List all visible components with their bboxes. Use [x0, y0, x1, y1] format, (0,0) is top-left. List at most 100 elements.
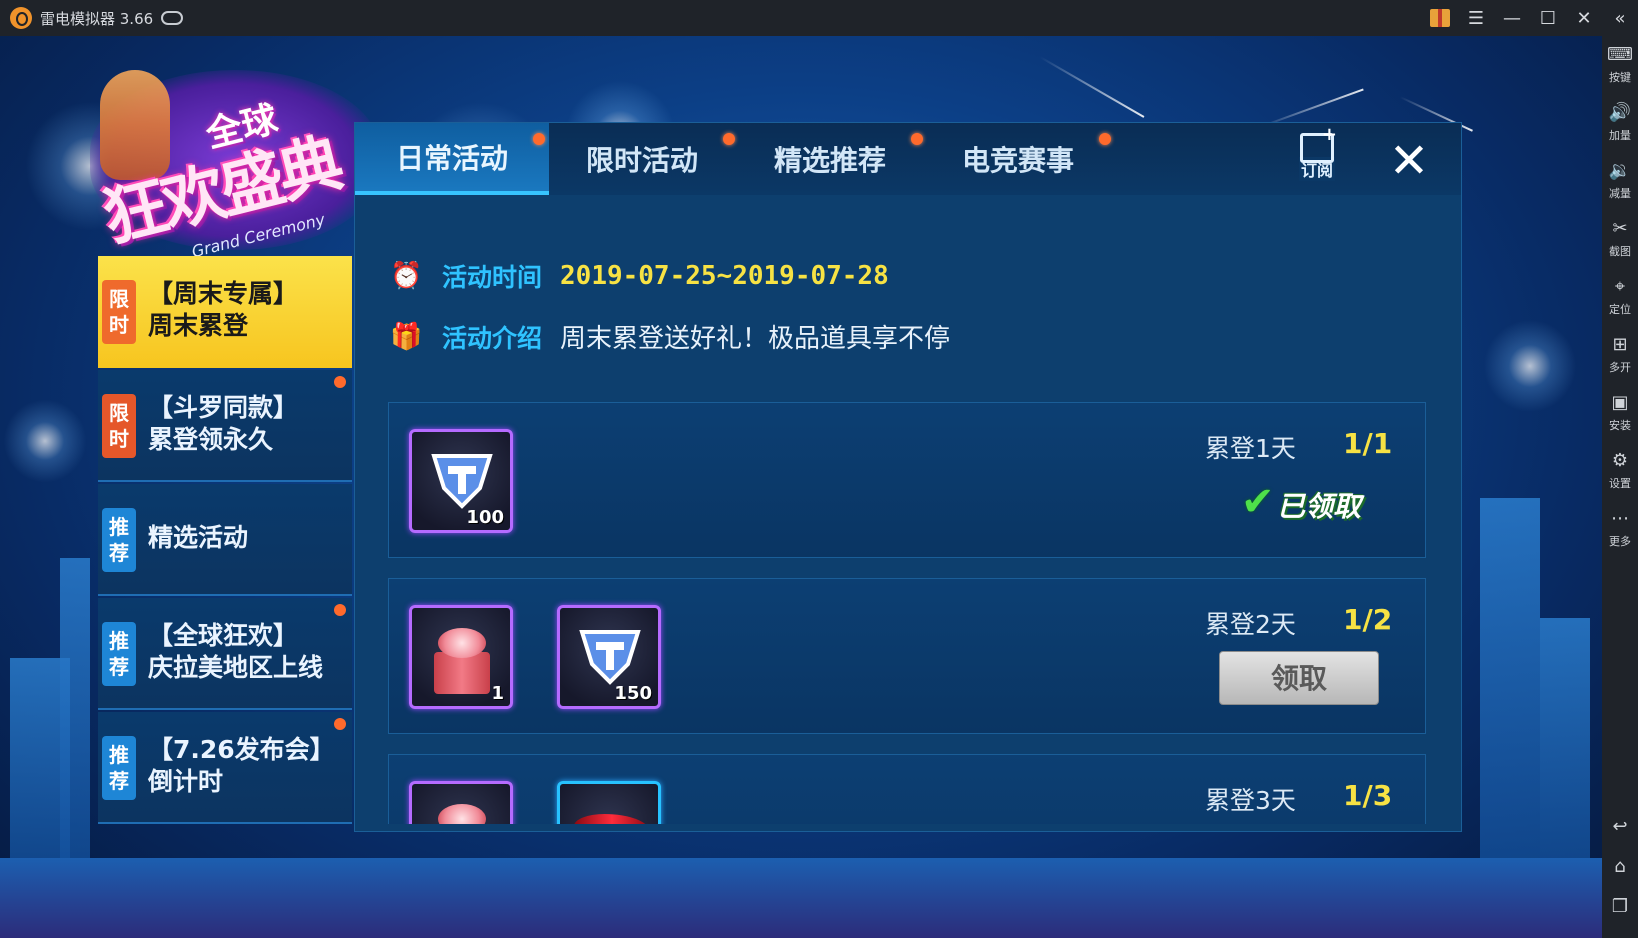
reward-list[interactable]: 100 累登1天 1/1 ✔ 已领取 1 150 累登2天 1/2 领取 累登3… [388, 402, 1426, 824]
menu-button[interactable]: ☰ [1458, 0, 1494, 36]
gift-box-icon [428, 622, 496, 694]
activity-menu: 限时 【周末专属】 周末累登 限时 【斗罗同款】 累登领永久 推荐 精选活动 推… [98, 256, 352, 832]
firework-decoration [1480, 316, 1580, 416]
tab-featured[interactable]: 精选推荐 [733, 123, 927, 195]
gift-bow [438, 628, 486, 658]
tab-daily-activities[interactable]: 日常活动 [355, 123, 549, 195]
nav-recent-button[interactable]: ❐ [1602, 888, 1638, 928]
menu-item-title: 精选活动 [148, 522, 248, 554]
toolbar-more[interactable]: ⋯ 更多 [1602, 500, 1638, 558]
volume-up-icon: 🔊 [1608, 102, 1632, 123]
limited-tag: 限时 [102, 280, 136, 344]
day-label: 累登3天 [1205, 786, 1296, 815]
toolbar-settings[interactable]: ⚙ 设置 [1602, 442, 1638, 500]
skyline-tower [60, 558, 90, 878]
recent-apps-icon: ❐ [1611, 896, 1629, 917]
toolbar-install-apk[interactable]: ▣ 安装 [1602, 384, 1638, 442]
toolbar-volume-down[interactable]: 🔉 减量 [1602, 152, 1638, 210]
back-icon: ↩ [1612, 816, 1628, 837]
gamepad-icon[interactable] [161, 11, 184, 25]
recommend-tag: 推荐 [102, 736, 136, 800]
volume-down-icon: 🔉 [1608, 160, 1632, 181]
day-progress: 1/1 [1343, 427, 1393, 460]
toolbar-label: 多开 [1609, 361, 1631, 374]
event-logo: 全球 狂欢盛典 Grand Ceremony [40, 40, 380, 261]
toolbar-keymap[interactable]: ⌨ 按键 [1602, 36, 1638, 94]
close-icon: ✕ [1388, 133, 1430, 189]
menu-item-global-carnival[interactable]: 推荐 【全球狂欢】 庆拉美地区上线 [98, 598, 352, 710]
notification-dot [1099, 133, 1111, 145]
gift-icon: 🎁 [390, 321, 423, 352]
minimize-icon: — [1503, 7, 1521, 29]
menu-item-launch-countdown[interactable]: 推荐 【7.26发布会】 倒计时 [98, 712, 352, 824]
recommend-tag: 推荐 [102, 508, 136, 572]
item-count: 150 [614, 683, 652, 704]
nav-back-button[interactable]: ↩ [1602, 808, 1638, 848]
toolbar-label: 设置 [1609, 477, 1631, 490]
activity-intro-label: 活动介绍 [442, 323, 543, 353]
toolbar-label: 更多 [1609, 535, 1631, 548]
close-window-button[interactable]: ✕ [1566, 0, 1602, 36]
reward-item-t-coin[interactable]: 150 [557, 605, 661, 709]
app-logo-icon [10, 7, 32, 29]
gift-button[interactable] [1422, 0, 1458, 36]
claimed-badge: ✔ 已领取 [1237, 475, 1387, 527]
nav-home-button[interactable]: ⌂ [1602, 848, 1638, 888]
menu-item-title: 【全球狂欢】 庆拉美地区上线 [148, 620, 323, 684]
tab-esports[interactable]: 电竞赛事 [921, 123, 1115, 195]
tab-bar: 日常活动 限时活动 精选推荐 电竞赛事 订阅 ✕ [355, 123, 1461, 195]
toolbar-volume-up[interactable]: 🔊 加量 [1602, 94, 1638, 152]
title-bar: 雷电模拟器 3.66 ☰ — ☐ ✕ « [0, 0, 1638, 36]
activity-time-row: ⏰ 活动时间 2019-07-25~2019-07-28 [390, 258, 889, 294]
menu-item-weekend-login[interactable]: 限时 【周末专属】 周末累登 [98, 256, 352, 368]
reward-item-gift-box[interactable] [409, 781, 513, 824]
gift-icon [1430, 9, 1450, 27]
day-label: 累登1天 [1205, 434, 1296, 463]
tag-text: 推荐 [109, 743, 129, 793]
menu-item-douluo[interactable]: 限时 【斗罗同款】 累登领永久 [98, 370, 352, 482]
maximize-button[interactable]: ☐ [1530, 0, 1566, 36]
close-panel-button[interactable]: ✕ [1385, 137, 1433, 185]
notification-dot [533, 133, 545, 145]
double-chevron-left-icon: « [1614, 7, 1626, 29]
menu-line: 【7.26发布会】 [148, 735, 335, 764]
home-icon: ⌂ [1614, 856, 1626, 877]
item-count: 1 [491, 683, 504, 704]
t-coin-icon [579, 630, 641, 685]
skyline-building [1480, 498, 1540, 878]
day-label: 累登2天 [1205, 610, 1296, 639]
reward-row: 100 累登1天 1/1 ✔ 已领取 [388, 402, 1426, 558]
location-pin-icon: ⌖ [1614, 276, 1626, 297]
subscribe-button[interactable]: 订阅 [1295, 124, 1339, 189]
minimize-button[interactable]: — [1494, 0, 1530, 36]
reward-item-t-coin[interactable]: 100 [409, 429, 513, 533]
notification-dot [334, 604, 346, 616]
menu-line: 【斗罗同款】 [148, 393, 299, 422]
toolbar-label: 加量 [1609, 129, 1631, 142]
toolbar-location[interactable]: ⌖ 定位 [1602, 268, 1638, 326]
tab-label: 限时活动 [585, 144, 698, 177]
claim-button[interactable]: 领取 [1219, 651, 1379, 705]
notification-dot [334, 376, 346, 388]
menu-item-featured[interactable]: 推荐 精选活动 [98, 484, 352, 596]
tab-limited-activities[interactable]: 限时活动 [545, 123, 739, 195]
firework-decoration [0, 396, 90, 486]
tab-label: 电竞赛事 [961, 144, 1074, 177]
checkmark-icon: ✔ [1241, 479, 1275, 525]
menu-line: 【周末专属】 [148, 279, 299, 308]
activity-intro-value: 周末累登送好礼！极品道具享不停 [560, 324, 951, 354]
collapse-sidebar-button[interactable]: « [1602, 0, 1638, 36]
menu-item-title: 【斗罗同款】 累登领永久 [148, 392, 298, 456]
gift-box-icon [428, 798, 496, 824]
reward-item-car[interactable] [557, 781, 661, 824]
race-car-icon [574, 814, 650, 824]
toolbar-multi-instance[interactable]: ⊞ 多开 [1602, 326, 1638, 384]
reward-item-gift-box[interactable]: 1 [409, 605, 513, 709]
activity-time-value: 2019-07-25~2019-07-28 [560, 261, 889, 291]
multi-instance-icon: ⊞ [1612, 334, 1628, 355]
menu-line: 累登领永久 [148, 425, 274, 454]
skyline-building [1540, 618, 1590, 878]
gear-icon: ⚙ [1611, 450, 1629, 471]
apk-install-icon: ▣ [1611, 392, 1629, 413]
toolbar-screenshot[interactable]: ✂ 截图 [1602, 210, 1638, 268]
